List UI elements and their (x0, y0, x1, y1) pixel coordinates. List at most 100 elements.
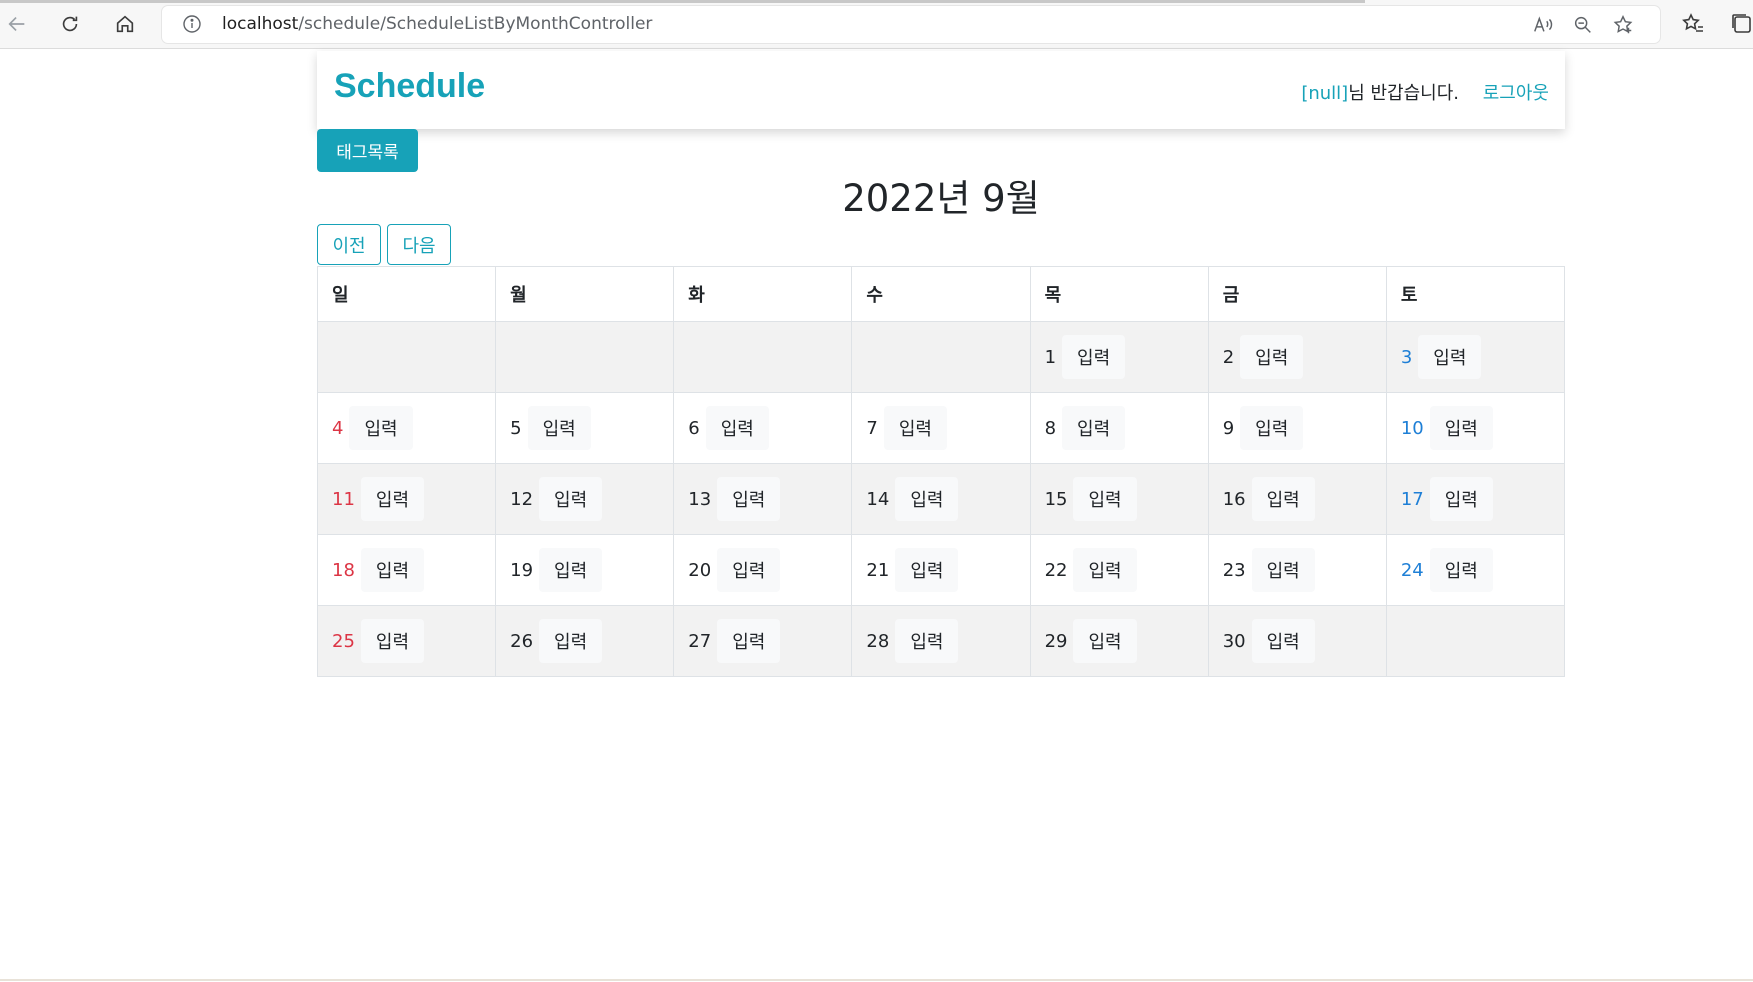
username: [null] (1301, 83, 1349, 104)
day-number: 10 (1400, 417, 1424, 439)
add-schedule-button[interactable]: 입력 (360, 548, 425, 592)
day-number: 23 (1222, 559, 1246, 581)
add-schedule-button[interactable]: 입력 (1251, 477, 1315, 521)
add-schedule-button[interactable]: 입력 (1073, 619, 1137, 663)
add-schedule-button[interactable]: 입력 (1062, 406, 1126, 450)
add-schedule-button[interactable]: 입력 (360, 619, 425, 663)
add-schedule-button[interactable]: 입력 (527, 406, 591, 450)
day-number: 24 (1400, 559, 1424, 581)
read-aloud-icon[interactable] (1532, 14, 1554, 36)
calendar-day-cell: 7 입력 (851, 392, 1031, 464)
reload-icon[interactable] (55, 9, 85, 39)
weekday-tue: 화 (673, 266, 853, 322)
calendar-day-cell (1385, 605, 1566, 677)
url-path: /schedule/ScheduleListByMonthController (298, 14, 653, 34)
next-month-button[interactable]: 다음 (387, 224, 451, 265)
add-favorite-icon[interactable] (1612, 14, 1634, 36)
site-info-icon[interactable] (182, 14, 202, 34)
day-number: 8 (1044, 417, 1057, 439)
add-schedule-button[interactable]: 입력 (1240, 335, 1304, 379)
day-number: 16 (1222, 488, 1246, 510)
day-number: 12 (510, 488, 534, 510)
add-schedule-button[interactable]: 입력 (1062, 335, 1126, 379)
calendar-table: 일 월 화 수 목 금 토 1 입력 2 입력 3 입력 4 입력 5 입력 6 입력 7 입력 8 입력 9 입… (316, 266, 1566, 677)
day-number: 26 (510, 630, 534, 652)
calendar-day-cell: 29 입력 (1029, 605, 1209, 677)
day-number: 1 (1044, 346, 1057, 368)
add-schedule-button[interactable]: 입력 (895, 477, 959, 521)
day-number: 27 (688, 630, 712, 652)
calendar-day-cell: 4 입력 (316, 392, 497, 464)
collections-icon[interactable] (1730, 12, 1753, 36)
add-schedule-button[interactable]: 입력 (895, 548, 959, 592)
calendar-day-cell: 8 입력 (1029, 392, 1209, 464)
day-number: 20 (688, 559, 712, 581)
add-schedule-button[interactable]: 입력 (1429, 548, 1493, 592)
add-schedule-button[interactable]: 입력 (883, 406, 947, 450)
calendar-day-cell: 22 입력 (1029, 534, 1209, 606)
day-number: 28 (866, 630, 890, 652)
day-number: 7 (866, 417, 878, 439)
calendar-day-cell (851, 321, 1031, 393)
add-schedule-button[interactable]: 입력 (360, 477, 425, 521)
add-schedule-button[interactable]: 입력 (717, 619, 781, 663)
day-number: 5 (510, 417, 522, 439)
bottom-edge (0, 979, 1753, 981)
brand-logo[interactable]: Schedule (334, 67, 485, 106)
calendar-day-cell: 21 입력 (851, 534, 1031, 606)
day-number: 29 (1044, 630, 1068, 652)
logout-link[interactable]: 로그아웃 (1483, 79, 1549, 105)
calendar-day-cell: 23 입력 (1207, 534, 1387, 606)
day-number: 6 (688, 417, 700, 439)
url-text[interactable]: localhost/schedule/ScheduleListByMonthCo… (222, 14, 652, 34)
home-icon[interactable] (110, 9, 140, 39)
weekday-fri: 금 (1207, 266, 1387, 322)
prev-month-button[interactable]: 이전 (317, 224, 381, 265)
calendar-day-cell: 10 입력 (1385, 392, 1566, 464)
day-number: 14 (866, 488, 890, 510)
calendar-day-cell: 16 입력 (1207, 463, 1387, 535)
favorites-icon[interactable] (1681, 12, 1705, 36)
calendar-day-cell: 9 입력 (1207, 392, 1387, 464)
calendar-day-cell: 13 입력 (673, 463, 853, 535)
add-schedule-button[interactable]: 입력 (1251, 548, 1315, 592)
add-schedule-button[interactable]: 입력 (539, 477, 603, 521)
add-schedule-button[interactable]: 입력 (1429, 406, 1493, 450)
add-schedule-button[interactable]: 입력 (717, 548, 781, 592)
add-schedule-button[interactable]: 입력 (1418, 335, 1482, 379)
add-schedule-button[interactable]: 입력 (539, 619, 603, 663)
calendar-day-cell: 24 입력 (1385, 534, 1566, 606)
weekday-header-row: 일 월 화 수 목 금 토 (316, 266, 1566, 322)
calendar-week-row: 4 입력 5 입력 6 입력 7 입력 8 입력 9 입력 10 입력 (316, 392, 1566, 464)
site-navbar: Schedule [null]님 반갑습니다. 로그아웃 (317, 51, 1565, 129)
calendar-day-cell: 30 입력 (1207, 605, 1387, 677)
add-schedule-button[interactable]: 입력 (349, 406, 413, 450)
tag-list-button[interactable]: 태그목록 (317, 129, 418, 172)
address-bar[interactable]: localhost/schedule/ScheduleListByMonthCo… (162, 6, 1660, 43)
day-number: 2 (1222, 346, 1235, 368)
calendar-day-cell (495, 321, 675, 393)
zoom-out-icon[interactable] (1572, 14, 1594, 36)
add-schedule-button[interactable]: 입력 (717, 477, 781, 521)
add-schedule-button[interactable]: 입력 (1073, 548, 1137, 592)
add-schedule-button[interactable]: 입력 (705, 406, 769, 450)
day-number: 17 (1400, 488, 1424, 510)
calendar-week-row: 18 입력 19 입력 20 입력 21 입력 22 입력 23 입력 24 입력 (316, 534, 1566, 606)
calendar-day-cell: 28 입력 (851, 605, 1031, 677)
add-schedule-button[interactable]: 입력 (1251, 619, 1315, 663)
calendar-body: 1 입력 2 입력 3 입력 4 입력 5 입력 6 입력 7 입력 8 입력 9 입력 10 입력 11 입력 12 입력 1… (316, 321, 1566, 677)
day-number: 4 (332, 417, 344, 439)
calendar-week-row: 25 입력 26 입력 27 입력 28 입력 29 입력 30 입력 (316, 605, 1566, 677)
back-icon[interactable] (2, 9, 32, 39)
page-load-progress (0, 0, 1365, 3)
url-host: localhost (222, 14, 299, 34)
add-schedule-button[interactable]: 입력 (1240, 406, 1304, 450)
add-schedule-button[interactable]: 입력 (1073, 477, 1137, 521)
add-schedule-button[interactable]: 입력 (539, 548, 603, 592)
day-number: 13 (688, 488, 712, 510)
add-schedule-button[interactable]: 입력 (895, 619, 959, 663)
greeting-text: 님 반갑습니다. (1348, 83, 1459, 104)
greeting: [null]님 반갑습니다. (1301, 79, 1459, 105)
add-schedule-button[interactable]: 입력 (1429, 477, 1493, 521)
calendar-day-cell: 11 입력 (316, 463, 497, 535)
